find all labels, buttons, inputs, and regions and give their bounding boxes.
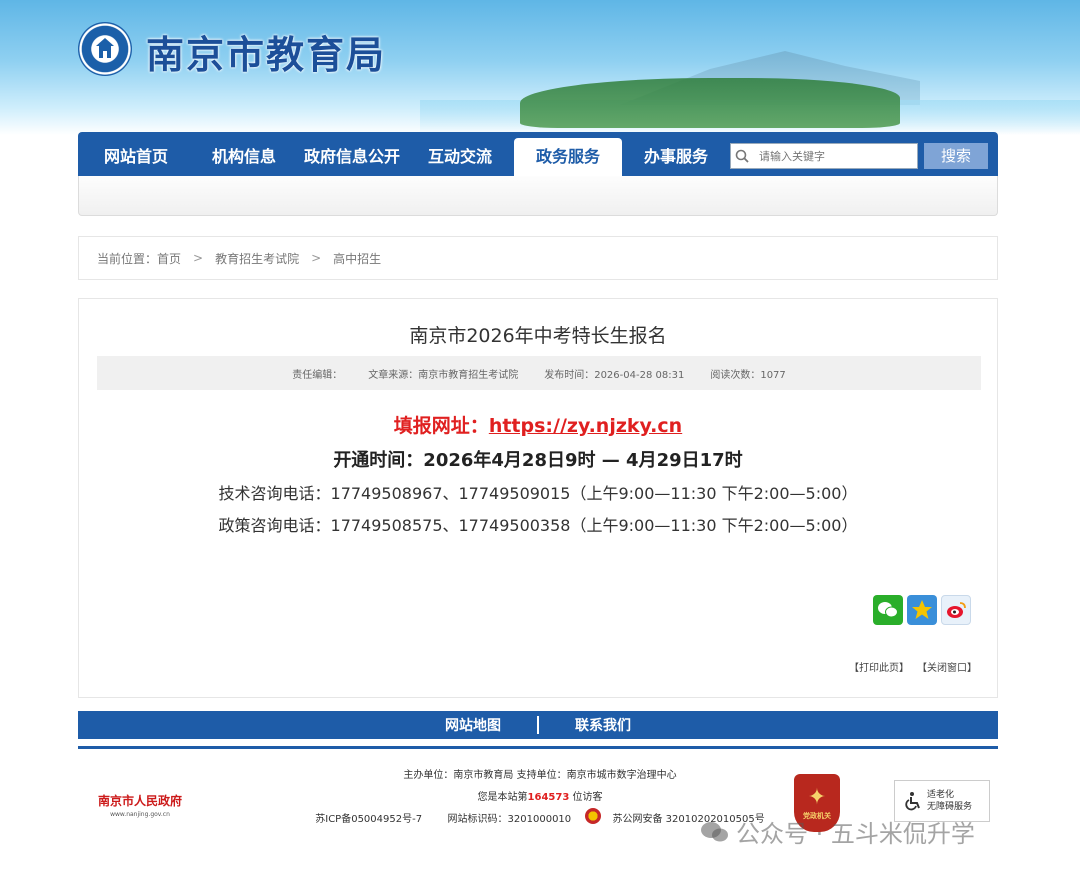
registration-url-line: 填报网址：https://zy.njzky.cn	[79, 411, 997, 438]
registration-link[interactable]: https://zy.njzky.cn	[489, 415, 682, 437]
accessibility-line-1: 适老化	[927, 790, 955, 800]
page-actions: 【打印此页】 【关闭窗口】	[849, 659, 977, 674]
nav-gov-info[interactable]: 政府信息公开	[298, 138, 406, 176]
footer-contact-link[interactable]: 联系我们	[575, 715, 631, 735]
breadcrumb-label: 当前位置：	[97, 251, 158, 266]
visitor-count: 164573	[527, 792, 570, 803]
wechat-share-icon[interactable]	[873, 595, 903, 625]
wheelchair-icon	[905, 792, 920, 811]
nav-home[interactable]: 网站首页	[82, 138, 190, 176]
search-input[interactable]	[759, 149, 909, 163]
chevron-right-icon: >	[193, 251, 204, 265]
accessibility-line-2: 无障碍服务	[927, 802, 973, 812]
chevron-right-icon: >	[311, 251, 322, 265]
search-icon	[731, 149, 753, 163]
print-page-link[interactable]: 【打印此页】	[849, 659, 909, 674]
city-emblem-icon	[78, 22, 132, 76]
close-window-link[interactable]: 【关闭窗口】	[917, 659, 977, 674]
meta-source: 文章来源：南京市教育招生考试院	[368, 369, 519, 381]
meta-editor: 责任编辑：	[292, 369, 343, 381]
article-title: 南京市2026年中考特长生报名	[409, 325, 667, 347]
article-body: 填报网址：https://zy.njzky.cn 开通时间：2026年4月28日…	[79, 411, 997, 536]
policy-phone: 政策咨询电话：17749508575、17749500358（上午9:00—11…	[218, 516, 858, 535]
footer-divider	[537, 716, 539, 734]
sub-nav	[78, 176, 998, 216]
meta-views: 阅读次数：1077	[710, 369, 786, 381]
open-time: 开通时间：2026年4月28日9时 — 4月29日17时	[333, 450, 743, 471]
footer-nav: 网站地图 联系我们	[78, 711, 998, 739]
article-meta: 责任编辑： 文章来源：南京市教育招生考试院 发布时间：2026-04-28 08…	[97, 356, 981, 390]
weibo-share-icon[interactable]	[941, 595, 971, 625]
main-nav: 网站首页 机构信息 政府信息公开 互动交流 政务服务 办事服务 搜索	[78, 132, 998, 176]
url-label: 填报网址：	[393, 415, 489, 437]
icp-number[interactable]: 苏ICP备05004952号-7	[315, 814, 422, 825]
footer-rule	[78, 746, 998, 749]
nav-interaction[interactable]: 互动交流	[406, 138, 514, 176]
qzone-share-icon[interactable]	[907, 595, 937, 625]
party-emblem-icon: ✦	[807, 785, 827, 810]
accessibility-text: 适老化 无障碍服务	[927, 789, 972, 813]
visitor-prefix: 您是本站第	[477, 792, 528, 803]
site-title[interactable]: 南京市教育局	[146, 24, 386, 79]
breadcrumb: 当前位置： 首页 > 教育招生考试院 > 高中招生	[78, 236, 998, 280]
nav-org-info[interactable]: 机构信息	[190, 138, 298, 176]
visitor-suffix: 位访客	[572, 792, 603, 803]
site-id: 网站标识码：3201000010	[447, 814, 572, 825]
breadcrumb-high-school[interactable]: 高中招生	[333, 250, 381, 267]
footer-sitemap-link[interactable]: 网站地图	[445, 715, 501, 735]
meta-published: 发布时间：2026-04-28 08:31	[544, 369, 685, 381]
share-bar	[873, 595, 971, 625]
breadcrumb-exam-institute[interactable]: 教育招生考试院	[215, 250, 299, 267]
breadcrumb-home[interactable]: 首页	[157, 250, 181, 267]
nav-services[interactable]: 办事服务	[622, 138, 730, 176]
nav-gov-services[interactable]: 政务服务	[514, 138, 622, 176]
banner-trees	[520, 78, 900, 128]
wechat-watermark-icon	[701, 821, 728, 841]
article-panel: 南京市2026年中考特长生报名 责任编辑： 文章来源：南京市教育招生考试院 发布…	[78, 298, 998, 698]
watermark: 公众号 · 五斗米侃升学	[700, 814, 975, 849]
police-badge-icon	[585, 808, 601, 824]
search-button[interactable]: 搜索	[924, 143, 988, 169]
search-box	[730, 143, 918, 169]
tech-phone: 技术咨询电话：17749508967、17749509015（上午9:00—11…	[218, 484, 858, 503]
watermark-text: 公众号 · 五斗米侃升学	[736, 820, 975, 848]
